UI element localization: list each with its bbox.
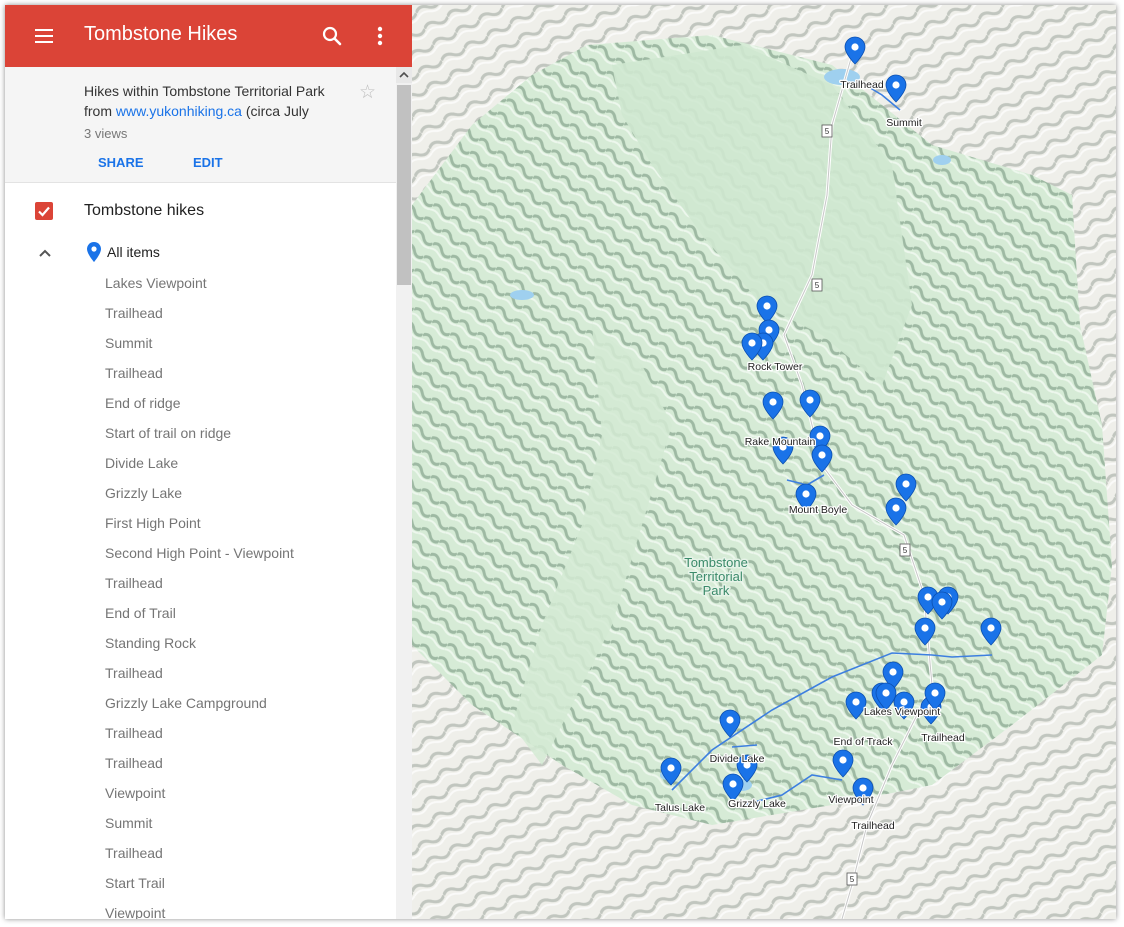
highway-shield: 5 [899, 543, 911, 557]
list-item[interactable]: Lakes Viewpoint [105, 272, 395, 302]
list-item[interactable]: End of Trail [105, 602, 395, 632]
list-item[interactable]: Summit [105, 812, 395, 842]
lake [933, 155, 951, 165]
list-item[interactable]: Grizzly Lake [105, 482, 395, 512]
highway-shield-label: 5 [903, 546, 908, 555]
app-title: Tombstone Hikes [84, 23, 238, 45]
pin-label-lakes-viewpoint[interactable]: Lakes Viewpoint [863, 705, 942, 720]
list-item[interactable]: Trailhead [105, 362, 395, 392]
sidebar: Tombstone Hikes Hikes within Tombstone T… [5, 5, 413, 919]
pin-label-trailhead-south[interactable]: Trailhead [850, 819, 896, 834]
feature-list: Lakes Viewpoint Trailhead Summit Trailhead E… [105, 272, 395, 919]
list-item[interactable]: Summit [105, 332, 395, 362]
highway-shield-label: 5 [815, 281, 820, 290]
pin-label-rake-mountain[interactable]: Rake Mountain [743, 435, 816, 450]
highway-shield: 5 [811, 278, 823, 292]
list-item[interactable]: Trailhead [105, 662, 395, 692]
layer-header: Tombstone hikes [5, 197, 396, 227]
view-count: 3 views [84, 126, 128, 141]
pin-label-talus-lake[interactable]: Talus Lake [654, 801, 707, 816]
list-item[interactable]: Grizzly Lake Campground [105, 692, 395, 722]
pin-label-trailhead-east[interactable]: Trailhead [920, 731, 966, 746]
highway-shield-label: 5 [825, 127, 830, 136]
park-label-line-1: Tombstone [684, 555, 748, 570]
pin-label-mount-boyle[interactable]: Mount Boyle [788, 503, 849, 518]
list-item[interactable]: Divide Lake [105, 452, 395, 482]
list-item[interactable]: Start of trail on ridge [105, 422, 395, 452]
layer-name[interactable]: Tombstone hikes [84, 202, 204, 220]
list-item[interactable]: Viewpoint [105, 782, 395, 812]
description-text-end: (circa July [241, 103, 309, 119]
map-description-panel: Hikes within Tombstone Territorial Park … [5, 67, 396, 183]
scroll-up-arrow[interactable] [396, 67, 412, 83]
app-window: Tombstone Hikes Hikes within Tombstone T… [5, 5, 1116, 919]
list-item[interactable]: Second High Point - Viewpoint [105, 542, 395, 572]
pin-label-trailhead-north[interactable]: Trailhead [839, 78, 885, 93]
search-icon[interactable] [319, 23, 345, 49]
list-item[interactable]: Trailhead [105, 722, 395, 752]
map-pin-icon [87, 242, 101, 262]
map-description: Hikes within Tombstone Territorial Park … [84, 81, 339, 121]
map-canvas[interactable]: 5 5 5 5 Tombstone Territorial Park Trailhea… [412, 5, 1116, 919]
highway-shield: 5 [821, 124, 833, 138]
source-link[interactable]: www.yukonhiking.ca [116, 103, 242, 119]
all-items-label[interactable]: All items [107, 244, 160, 260]
scrollbar-thumb[interactable] [397, 85, 411, 285]
list-item[interactable]: First High Point [105, 512, 395, 542]
list-item[interactable]: Viewpoint [105, 902, 395, 919]
app-header: Tombstone Hikes [5, 5, 412, 67]
park-label-line-3: Park [703, 583, 730, 598]
list-item[interactable]: Trailhead [105, 302, 395, 332]
list-item[interactable]: Start Trail [105, 872, 395, 902]
list-item[interactable]: End of ridge [105, 392, 395, 422]
more-vert-icon[interactable] [370, 23, 390, 49]
list-item[interactable]: Trailhead [105, 842, 395, 872]
share-button[interactable]: SHARE [98, 155, 144, 170]
list-item[interactable]: Trailhead [105, 752, 395, 782]
all-items-row: All items [5, 241, 396, 267]
highway-shield: 5 [846, 872, 858, 886]
star-outline-icon[interactable]: ☆ [359, 83, 376, 103]
menu-icon[interactable] [33, 25, 55, 47]
pin-label-rock-tower[interactable]: Rock Tower [746, 360, 804, 375]
layer-checkbox[interactable] [35, 202, 53, 220]
list-item[interactable]: Standing Rock [105, 632, 395, 662]
lake [510, 290, 534, 300]
pin-label-viewpoint[interactable]: Viewpoint [827, 793, 875, 808]
list-item[interactable]: Trailhead [105, 572, 395, 602]
pin-label-end-of-track[interactable]: End of Track [832, 735, 894, 750]
park-label-line-2: Territorial [689, 569, 743, 584]
edit-button[interactable]: EDIT [193, 155, 223, 170]
chevron-up-icon[interactable] [37, 245, 53, 261]
pin-label-divide-lake[interactable]: Divide Lake [708, 752, 766, 767]
pin-label-summit-north[interactable]: Summit [885, 116, 923, 131]
highway-shield-label: 5 [850, 875, 855, 884]
pin-label-grizzly-lake[interactable]: Grizzly Lake [727, 797, 788, 812]
